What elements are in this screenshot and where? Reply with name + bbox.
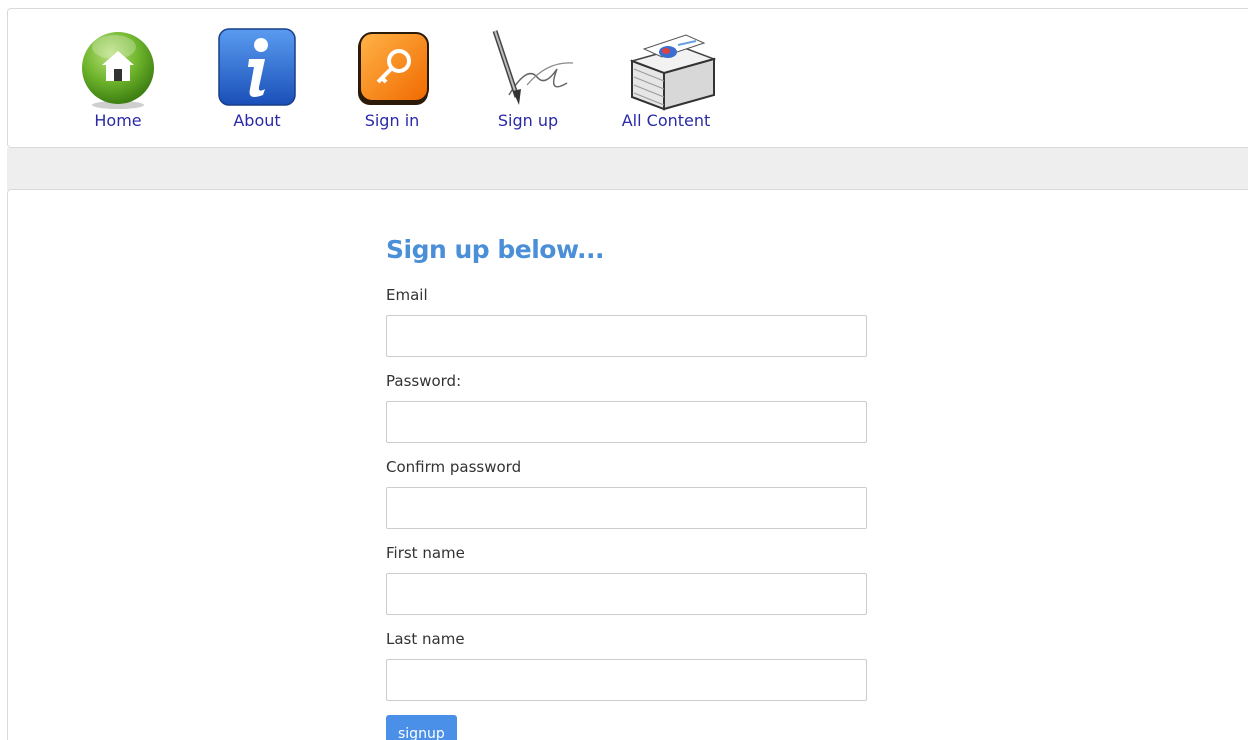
- home-icon: [82, 32, 154, 109]
- nav-label-sign-up[interactable]: Sign up: [483, 111, 573, 130]
- nav-label-all-content[interactable]: All Content: [616, 111, 716, 130]
- last-name-field[interactable]: [386, 659, 867, 701]
- pen-signature-icon: [492, 30, 574, 105]
- nav-item-all-content[interactable]: All Content: [620, 9, 720, 139]
- content-panel: Sign up below... Email Password: Confirm…: [7, 189, 1248, 740]
- signup-form: Sign up below... Email Password: Confirm…: [386, 235, 868, 740]
- signup-button[interactable]: signup: [386, 715, 457, 740]
- confirm-password-label: Confirm password: [386, 458, 522, 476]
- confirm-password-field[interactable]: [386, 487, 867, 529]
- first-name-label: First name: [386, 544, 465, 562]
- form-title: Sign up below...: [386, 235, 604, 264]
- last-name-label: Last name: [386, 630, 465, 648]
- grey-band: [7, 148, 1248, 190]
- email-label: Email: [386, 286, 428, 304]
- password-field[interactable]: [386, 401, 867, 443]
- email-field[interactable]: [386, 315, 867, 357]
- page: Home About Sign in Sign up All Content S…: [0, 0, 1248, 740]
- top-nav: Home About Sign in Sign up All Content: [7, 8, 1248, 148]
- nav-item-sign-in[interactable]: Sign in: [352, 9, 432, 139]
- nav-label-about[interactable]: About: [217, 111, 297, 130]
- nav-item-home[interactable]: Home: [78, 9, 158, 139]
- nav-item-about[interactable]: About: [217, 9, 297, 139]
- nav-label-sign-in[interactable]: Sign in: [352, 111, 432, 130]
- key-icon: [358, 32, 429, 105]
- first-name-field[interactable]: [386, 573, 867, 615]
- info-icon: [218, 28, 296, 106]
- nav-label-home[interactable]: Home: [78, 111, 158, 130]
- nav-item-sign-up[interactable]: Sign up: [487, 9, 577, 139]
- documents-stack-icon: [629, 34, 717, 111]
- password-label: Password:: [386, 372, 462, 390]
